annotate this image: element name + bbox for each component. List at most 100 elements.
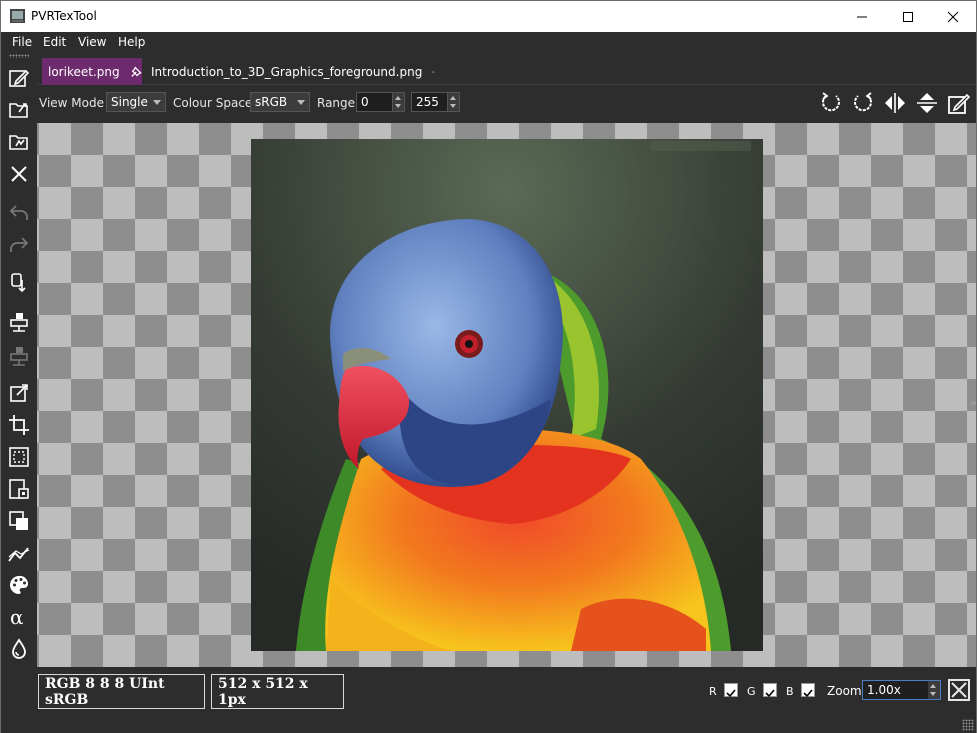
checkmark-icon [803, 689, 813, 698]
checkmark-icon [726, 689, 736, 698]
graph-icon [8, 547, 30, 562]
channel-g-label: G [747, 685, 756, 698]
encode-icon [11, 273, 26, 293]
colour-space-label: Colour Space [173, 96, 253, 110]
image-canvas[interactable] [37, 123, 976, 667]
tab-lorikeet[interactable]: lorikeet.png [42, 58, 142, 85]
mipmap-button[interactable] [5, 475, 33, 503]
crop-icon [9, 415, 29, 435]
resize-icon [10, 384, 28, 402]
open-icon [9, 103, 28, 118]
zoom-input[interactable]: 1.00x [862, 680, 941, 700]
edit-icon [9, 69, 30, 87]
compare-button[interactable] [5, 342, 33, 370]
dimensions-info: 512 x 512 x 1px [211, 674, 344, 709]
status-bar: RGB 8 8 8 UInt sRGB 512 x 512 x 1px R G … [1, 667, 976, 733]
format-info: RGB 8 8 8 UInt sRGB [38, 674, 205, 709]
colour-space-select[interactable]: sRGB [250, 92, 310, 112]
fit-to-window-button[interactable] [948, 679, 970, 701]
colour-space-value: sRGB [255, 95, 288, 109]
channel-b-label: B [786, 685, 794, 698]
chevron-down-icon [395, 104, 401, 108]
menu-view[interactable]: View [78, 35, 106, 49]
chevron-down-icon [930, 692, 936, 696]
menu-edit[interactable]: Edit [43, 35, 66, 49]
alpha-button[interactable]: α [5, 603, 33, 631]
channel-r-label: R [709, 685, 717, 698]
scrollbar-edge[interactable] [971, 401, 976, 405]
layers-button[interactable] [5, 507, 33, 535]
maximize-button[interactable] [885, 1, 931, 32]
undo-button[interactable] [5, 198, 33, 226]
rotate-cw-icon[interactable] [850, 90, 876, 116]
bleed-button[interactable] [5, 635, 33, 663]
channel-g-checkbox[interactable] [763, 683, 777, 698]
chevron-down-icon [297, 100, 305, 105]
spin-buttons[interactable] [928, 681, 940, 699]
size-grip[interactable] [962, 719, 974, 731]
view-mode-select[interactable]: Single [106, 92, 166, 112]
open-recent-icon [9, 135, 28, 150]
close-icon [11, 166, 27, 182]
graph-button[interactable] [5, 539, 33, 567]
lorikeet-image [251, 139, 763, 651]
crop-button[interactable] [5, 411, 33, 439]
flip-horizontal-icon[interactable] [882, 90, 908, 116]
title-bar: PVRTexTool [1, 1, 976, 32]
tab-label: lorikeet.png [48, 64, 120, 79]
view-mode-value: Single [111, 95, 148, 109]
left-toolbar: α [1, 52, 37, 672]
range-label: Range [317, 96, 356, 110]
alpha-icon: α [10, 605, 24, 629]
app-icon [10, 9, 25, 23]
compare-icon [10, 347, 28, 366]
checkmark-icon [765, 689, 775, 698]
decode-button[interactable] [5, 308, 33, 336]
range-max-value: 255 [416, 95, 439, 109]
app-window: PVRTexTool File Edit View Help α lorikee… [0, 0, 977, 733]
chevron-up-icon [930, 684, 936, 688]
encode-button[interactable] [5, 269, 33, 297]
minimize-icon [857, 16, 867, 17]
palette-button[interactable] [5, 571, 33, 599]
spin-buttons[interactable] [392, 93, 404, 111]
range-min-input[interactable]: 0 [356, 92, 405, 112]
decode-icon [10, 313, 28, 332]
chevron-up-icon [395, 96, 401, 100]
edit-metadata-icon[interactable] [946, 90, 972, 116]
channel-b-checkbox[interactable] [801, 683, 815, 698]
bleed-icon [12, 638, 26, 659]
chevron-down-icon [450, 104, 456, 108]
open-recent-button[interactable] [5, 128, 33, 156]
redo-icon [10, 237, 29, 252]
tab-bar: lorikeet.png Introduction_to_3D_Graphics… [37, 52, 976, 85]
spin-buttons[interactable] [447, 93, 459, 111]
chevron-up-icon [450, 96, 456, 100]
close-file-button[interactable] [5, 160, 33, 188]
fit-icon [951, 682, 967, 698]
maximize-icon [903, 11, 913, 22]
menu-help[interactable]: Help [118, 35, 145, 49]
zoom-value: 1.00x [867, 683, 901, 697]
menu-file[interactable]: File [12, 35, 32, 49]
resize-button[interactable] [5, 379, 33, 407]
svg-text:α: α [10, 605, 24, 629]
border-button[interactable] [5, 443, 33, 471]
redo-button[interactable] [5, 230, 33, 258]
range-min-value: 0 [361, 95, 369, 109]
flip-vertical-icon[interactable] [914, 90, 940, 116]
toolbar-grip[interactable] [9, 54, 29, 58]
channel-r-checkbox[interactable] [724, 683, 738, 698]
close-window-button[interactable] [930, 1, 976, 32]
pin-icon[interactable] [130, 65, 142, 79]
pin-icon[interactable] [432, 65, 435, 79]
range-max-input[interactable]: 255 [411, 92, 460, 112]
open-button[interactable] [5, 96, 33, 124]
edit-tool-button[interactable] [5, 64, 33, 92]
border-icon [9, 447, 29, 467]
undo-icon [9, 205, 28, 220]
minimize-button[interactable] [839, 1, 885, 32]
rotate-ccw-icon[interactable] [818, 90, 844, 116]
palette-icon [9, 575, 29, 594]
tab-introduction[interactable]: Introduction_to_3D_Graphics_foreground.p… [145, 58, 435, 85]
